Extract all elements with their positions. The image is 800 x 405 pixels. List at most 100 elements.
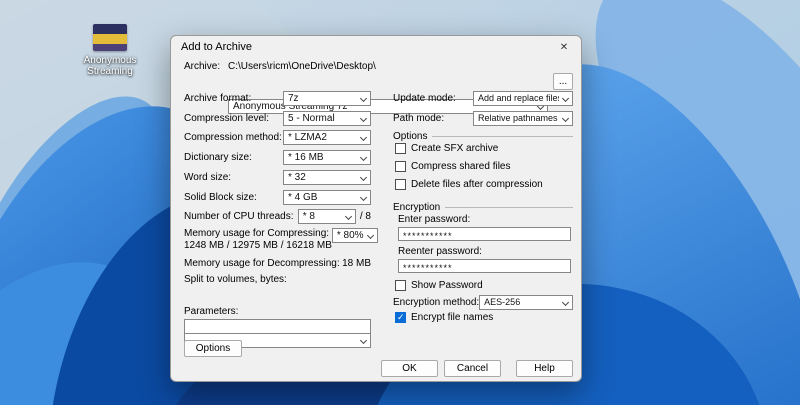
cpu-threads-label: Number of CPU threads:: [184, 211, 294, 222]
memory-usage-select[interactable]: * 80%: [332, 228, 378, 243]
create-sfx-checkbox-row[interactable]: Create SFX archive: [395, 142, 498, 155]
browse-button[interactable]: ...: [553, 73, 573, 90]
selected-value: * 80%: [337, 230, 364, 241]
icon-stripe-middle: [93, 34, 127, 44]
compress-shared-checkbox[interactable]: [395, 161, 406, 172]
word-size-label: Word size:: [184, 172, 231, 183]
desktop-icon-label: Anonymous Streaming: [78, 55, 142, 77]
compression-level-select[interactable]: 5 - Normal: [283, 111, 371, 126]
create-sfx-checkbox[interactable]: [395, 143, 406, 154]
chevron-down-icon: [562, 298, 569, 305]
word-size-select[interactable]: * 32: [283, 170, 371, 185]
icon-stripe-top: [93, 24, 127, 34]
encryption-method-label: Encryption method:: [393, 297, 479, 308]
parameters-label: Parameters:: [184, 306, 238, 317]
row-compression-method: Compression method: * LZMA2: [184, 129, 371, 145]
solid-block-size-select[interactable]: * 4 GB: [283, 190, 371, 205]
encryption-group-title: Encryption: [393, 202, 440, 213]
selected-value: 7z: [288, 93, 299, 104]
delete-after-label: Delete files after compression: [411, 179, 543, 190]
compress-shared-label: Compress shared files: [411, 161, 510, 172]
encrypt-names-checkbox-row[interactable]: Encrypt file names: [395, 311, 493, 324]
row-solid-block-size: Solid Block size: * 4 GB: [184, 189, 371, 205]
selected-value: * 32: [288, 172, 306, 183]
group-divider: [445, 207, 573, 208]
row-compression-level: Compression level: 5 - Normal: [184, 110, 371, 126]
group-divider: [432, 136, 573, 137]
memory-compressing-detail: 1248 MB / 12975 MB / 16218 MB: [184, 240, 332, 251]
path-mode-label: Path mode:: [393, 113, 444, 124]
row-memory-decompressing: Memory usage for Decompressing: 18 MB: [184, 255, 371, 271]
row-memory-compressing: Memory usage for Compressing: 1248 MB / …: [184, 228, 371, 254]
desktop-icon-anonymous-streaming[interactable]: Anonymous Streaming: [78, 24, 142, 77]
chevron-down-icon: [360, 153, 367, 160]
update-mode-select[interactable]: Add and replace files: [473, 91, 573, 106]
cpu-threads-max: / 8: [360, 211, 371, 222]
encrypt-names-checkbox[interactable]: [395, 312, 406, 323]
row-cpu-threads: Number of CPU threads: * 8 / 8: [184, 208, 371, 224]
cpu-threads-select[interactable]: * 8: [298, 209, 356, 224]
cancel-button[interactable]: Cancel: [444, 360, 501, 377]
path-mode-select[interactable]: Relative pathnames: [473, 111, 573, 126]
compression-method-label: Compression method:: [184, 132, 282, 143]
create-sfx-label: Create SFX archive: [411, 143, 498, 154]
chevron-down-icon: [360, 193, 367, 200]
chevron-down-icon: [562, 114, 569, 121]
selected-value: AES-256: [484, 297, 520, 307]
row-encryption-method: Encryption method: AES-256: [393, 294, 573, 310]
selected-value: * LZMA2: [288, 132, 327, 143]
delete-after-checkbox-row[interactable]: Delete files after compression: [395, 178, 543, 191]
row-archive-format: Archive format: 7z: [184, 90, 371, 106]
chevron-down-icon: [360, 114, 367, 121]
enter-password-label: Enter password:: [398, 214, 470, 225]
row-dictionary-size: Dictionary size: * 16 MB: [184, 149, 371, 165]
chevron-down-icon: [345, 212, 352, 219]
encryption-method-select[interactable]: AES-256: [479, 295, 573, 310]
chevron-down-icon: [360, 133, 367, 140]
options-button[interactable]: Options: [184, 340, 242, 357]
memory-compressing-labels: Memory usage for Compressing: 1248 MB / …: [184, 228, 332, 251]
memory-decompressing-value: 18 MB: [342, 258, 371, 269]
show-password-checkbox[interactable]: [395, 280, 406, 291]
options-group-title: Options: [393, 131, 427, 142]
dictionary-size-label: Dictionary size:: [184, 152, 252, 163]
show-password-checkbox-row[interactable]: Show Password: [395, 279, 483, 292]
parameters-input[interactable]: [184, 319, 371, 334]
row-word-size: Word size: * 32: [184, 169, 371, 185]
compression-method-select[interactable]: * LZMA2: [283, 130, 371, 145]
chevron-down-icon: [367, 232, 374, 239]
close-button[interactable]: ✕: [547, 36, 581, 58]
chevron-down-icon: [360, 336, 367, 343]
dialog-title: Add to Archive: [181, 41, 252, 53]
encrypt-names-label: Encrypt file names: [411, 312, 493, 323]
encryption-group-header: Encryption: [393, 201, 573, 213]
close-icon: ✕: [560, 42, 568, 53]
memory-decompressing-label: Memory usage for Decompressing:: [184, 258, 340, 269]
show-password-label: Show Password: [411, 280, 483, 291]
dictionary-size-select[interactable]: * 16 MB: [283, 150, 371, 165]
row-update-mode: Update mode: Add and replace files: [393, 90, 573, 106]
folder-icon: [93, 24, 127, 51]
enter-password-masked-value: ***********: [403, 231, 453, 241]
update-mode-label: Update mode:: [393, 93, 456, 104]
add-to-archive-dialog: Add to Archive ✕ Archive: C:\Users\ricm\…: [170, 35, 582, 382]
delete-after-checkbox[interactable]: [395, 179, 406, 190]
archive-label: Archive:: [184, 61, 220, 72]
chevron-down-icon: [360, 173, 367, 180]
reenter-password-label: Reenter password:: [398, 246, 482, 257]
compression-level-label: Compression level:: [184, 113, 269, 124]
reenter-password-masked-value: ***********: [403, 263, 453, 273]
ok-button[interactable]: OK: [381, 360, 438, 377]
chevron-down-icon: [360, 94, 367, 101]
selected-value: * 16 MB: [288, 152, 324, 163]
memory-compressing-label: Memory usage for Compressing:: [184, 228, 332, 239]
dialog-titlebar[interactable]: Add to Archive ✕: [171, 36, 581, 58]
icon-stripe-bottom: [93, 44, 127, 51]
enter-password-input[interactable]: ***********: [398, 227, 571, 241]
archive-format-select[interactable]: 7z: [283, 91, 371, 106]
compress-shared-checkbox-row[interactable]: Compress shared files: [395, 160, 510, 173]
archive-path: C:\Users\ricm\OneDrive\Desktop\: [228, 61, 376, 72]
reenter-password-input[interactable]: ***********: [398, 259, 571, 273]
selected-value: Add and replace files: [478, 93, 559, 103]
help-button[interactable]: Help: [516, 360, 573, 377]
